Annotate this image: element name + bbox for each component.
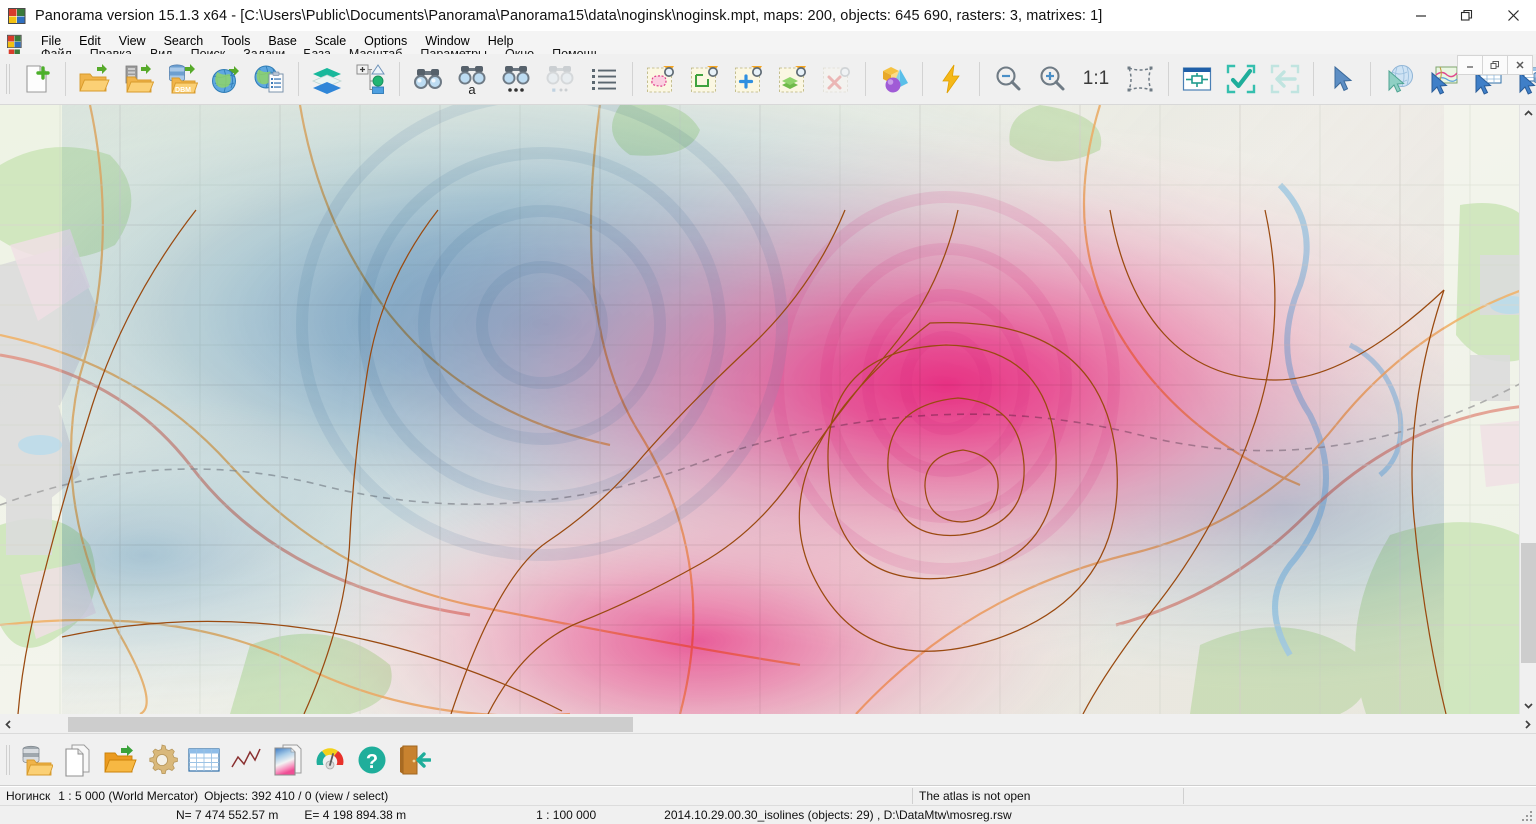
new-document-button[interactable]	[15, 57, 59, 102]
exit-button[interactable]	[393, 737, 435, 783]
back-button[interactable]	[1263, 57, 1307, 102]
toolbar-separator	[922, 62, 923, 96]
pointer-button[interactable]	[1320, 57, 1364, 102]
svg-text:a: a	[468, 82, 476, 95]
minimize-button[interactable]	[1398, 0, 1444, 31]
svg-text:?: ?	[366, 751, 378, 773]
select-layers-button[interactable]	[771, 57, 815, 102]
status-active-layer: 2014.10.29.00.30_isolines (objects: 29) …	[664, 808, 1012, 822]
scroll-down-arrow[interactable]	[1520, 697, 1536, 714]
bottom-toolbar: ?	[0, 733, 1536, 786]
layers-button[interactable]	[305, 57, 349, 102]
toolbar-separator	[1168, 62, 1169, 96]
panorama-logo-icon	[8, 7, 26, 25]
select-clear-button[interactable]	[815, 57, 859, 102]
isolines-layer	[17, 209, 1447, 714]
restore-button[interactable]	[1444, 0, 1490, 31]
zoom-in-button[interactable]	[1030, 57, 1074, 102]
map-view[interactable]	[0, 105, 1536, 714]
status-bar-line-2: N= 7 474 552.57 m E= 4 198 894.38 m 1 : …	[0, 805, 1536, 824]
toolbar-grip[interactable]	[5, 62, 12, 96]
toolbar-separator	[979, 62, 980, 96]
map-vertical-scrollbar[interactable]	[1519, 105, 1536, 714]
open-web-map-button[interactable]	[204, 57, 248, 102]
toolbar-separator	[865, 62, 866, 96]
select-polygon-button[interactable]	[683, 57, 727, 102]
object-list-button[interactable]	[582, 57, 626, 102]
scroll-left-arrow[interactable]	[0, 716, 17, 733]
status-north-coordinate: N= 7 474 552.57 m	[176, 808, 279, 822]
open-project-button[interactable]	[99, 737, 141, 783]
status-map-info: Ногинск 1 : 5 000 (World Mercator) Objec…	[0, 787, 912, 805]
zoom-fit-button[interactable]	[1118, 57, 1162, 102]
toolbar-separator	[632, 62, 633, 96]
toolbar-separator	[1313, 62, 1314, 96]
select-add-button[interactable]	[727, 57, 771, 102]
window-title: Panorama version 15.1.3 x64 - [C:\Users\…	[35, 7, 1103, 24]
panorama-logo-icon	[7, 34, 22, 49]
mdi-window-controls	[1457, 55, 1533, 75]
toolbar-separator	[399, 62, 400, 96]
table-button[interactable]	[183, 737, 225, 783]
close-button[interactable]	[1490, 0, 1536, 31]
toolbar-separator	[298, 62, 299, 96]
status-divider	[1183, 788, 1184, 804]
status-bar-line-1: Ногинск 1 : 5 000 (World Mercator) Objec…	[0, 787, 1536, 805]
status-east-coordinate: E= 4 198 894.38 m	[304, 808, 407, 822]
help-button[interactable]: ?	[351, 737, 393, 783]
open-dbm-button[interactable]: DBM	[160, 57, 204, 102]
application-window: Panorama version 15.1.3 x64 - [C:\Users\…	[0, 0, 1536, 824]
zoom-ratio-label: 1:1	[1082, 68, 1110, 89]
quick-action-button[interactable]	[929, 57, 973, 102]
open-map-button[interactable]	[72, 57, 116, 102]
3d-view-button[interactable]	[872, 57, 916, 102]
select-area-button[interactable]	[639, 57, 683, 102]
mdi-close-button[interactable]	[1507, 55, 1533, 75]
search-more-button[interactable]	[494, 57, 538, 102]
scroll-up-arrow[interactable]	[1520, 105, 1536, 122]
mdi-minimize-button[interactable]	[1457, 55, 1483, 75]
search-button[interactable]	[406, 57, 450, 102]
search-clear-button[interactable]	[538, 57, 582, 102]
search-text-button[interactable]: a	[450, 57, 494, 102]
scroll-right-arrow[interactable]	[1519, 716, 1536, 733]
horizontal-scroll-thumb[interactable]	[68, 717, 633, 732]
mdi-restore-button[interactable]	[1482, 55, 1508, 75]
status-scale: 1 : 5 000 (World Mercator)	[58, 789, 199, 803]
map-horizontal-scrollbar[interactable]	[0, 714, 1536, 733]
status-spacer	[0, 806, 168, 824]
vertical-scroll-thumb[interactable]	[1521, 543, 1536, 663]
open-server-map-button[interactable]	[116, 57, 160, 102]
status-location: Ногинск	[6, 789, 51, 803]
status-atlas: The atlas is not open	[919, 789, 1031, 803]
apply-button[interactable]	[1219, 57, 1263, 102]
main-toolbar: DBM a 1:1	[0, 54, 1536, 105]
window-controls	[1398, 0, 1536, 31]
toolbar-separator	[65, 62, 66, 96]
title-bar: Panorama version 15.1.3 x64 - [C:\Users\…	[0, 0, 1536, 31]
gauge-button[interactable]	[309, 737, 351, 783]
resize-grip[interactable]	[1520, 809, 1534, 823]
status-objects: Objects: 392 410 / 0 (view / select)	[204, 789, 389, 803]
zoom-out-button[interactable]	[986, 57, 1030, 102]
status-display-scale: 1 : 100 000	[536, 808, 597, 822]
select-globe-button[interactable]	[1377, 57, 1421, 102]
svg-text:DBM: DBM	[175, 87, 191, 94]
new-sheet-button[interactable]	[57, 737, 99, 783]
bottom-toolbar-grip[interactable]	[5, 743, 12, 777]
web-map-list-button[interactable]	[248, 57, 292, 102]
open-database-button[interactable]	[15, 737, 57, 783]
toolbar-separator	[1370, 62, 1371, 96]
add-node-button[interactable]	[349, 57, 393, 102]
map-window-button[interactable]	[1175, 57, 1219, 102]
zoom-reset-button[interactable]: 1:1	[1074, 57, 1118, 102]
raster-button[interactable]	[267, 737, 309, 783]
chart-button[interactable]	[225, 737, 267, 783]
settings-button[interactable]	[141, 737, 183, 783]
